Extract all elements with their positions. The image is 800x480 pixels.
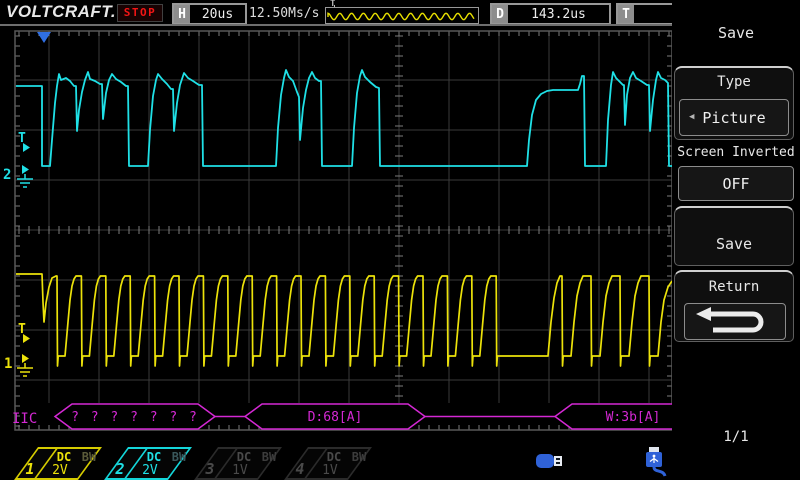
ch1-trigger-label: T — [18, 322, 26, 337]
channel3-coupling: DC — [237, 450, 251, 464]
ch1-trigger-arrow-icon[interactable] — [23, 334, 30, 343]
decode-text-write: W:3b[A] — [606, 410, 661, 425]
channel2-coupling: DC — [147, 450, 161, 464]
channel1-number: 1 — [20, 460, 40, 478]
back-arrow-icon — [685, 305, 785, 339]
ch2-trigger-label: T — [18, 131, 26, 146]
channel4-bandwidth: BW — [352, 450, 366, 464]
type-label: Type — [675, 74, 793, 90]
screen-inverted-value: OFF — [722, 175, 749, 193]
channel1-bandwidth: BW — [82, 450, 96, 464]
oscilloscope-screen: VOLTCRAFT. STOP H 20us 12.50Ms/s T D 143… — [0, 0, 800, 480]
ch2-position-arrow-icon[interactable] — [22, 165, 29, 174]
usb-device-icon — [640, 446, 668, 478]
menu-item-type[interactable]: Type ◀ Picture — [674, 66, 794, 140]
menu-title: Save — [672, 24, 800, 42]
channel4-coupling: DC — [327, 450, 341, 464]
usb-drive-icon — [534, 449, 564, 473]
channel1-scale: 2V — [43, 463, 77, 478]
screen-inverted-toggle[interactable]: OFF — [678, 166, 794, 201]
save-button[interactable]: Save — [674, 206, 794, 266]
marker-layer: T 2 T 1 — [3, 32, 51, 376]
return-label: Return — [675, 279, 793, 295]
decode-bus-label: IIC — [12, 411, 37, 427]
ch2-trigger-arrow-icon[interactable] — [23, 143, 30, 152]
ch1-position-arrow-icon[interactable] — [22, 354, 29, 363]
menu-sidebar: Save Type ◀ Picture Screen Inverted OFF … — [672, 0, 800, 480]
channel2-number: 2 — [110, 460, 130, 478]
channel4-scale: 1V — [313, 463, 347, 478]
channel3-bandwidth: BW — [262, 450, 276, 464]
decode-row: IIC ? ? ? ? ? ? ? D:68[A] W:3b[A] — [12, 404, 672, 429]
screen-inverted-label: Screen Inverted — [672, 145, 800, 160]
ch1-ground-icon — [17, 363, 33, 376]
channel2-waveform — [16, 70, 672, 166]
type-value-selector[interactable]: ◀ Picture — [679, 99, 789, 136]
return-button[interactable]: Return — [674, 270, 794, 342]
channel2-bandwidth: BW — [172, 450, 186, 464]
channel3-scale: 1V — [223, 463, 257, 478]
menu-page-indicator: 1/1 — [672, 429, 800, 445]
ch1-position-label: 1 — [4, 356, 12, 372]
ch2-position-label: 2 — [3, 167, 11, 183]
decode-text-unknown: ? ? ? ? ? ? ? — [71, 410, 199, 425]
channel4-number: 4 — [290, 460, 310, 478]
left-arrow-icon: ◀ — [689, 113, 694, 122]
decode-text-data: D:68[A] — [308, 410, 363, 425]
channel2-scale: 2V — [133, 463, 167, 478]
type-value: Picture — [702, 109, 765, 127]
return-icon-button[interactable] — [684, 303, 786, 340]
channel1-waveform — [16, 274, 672, 366]
channel1-coupling: DC — [57, 450, 71, 464]
channel2-markers: T 2 — [3, 131, 33, 187]
channel3-number: 3 — [200, 460, 220, 478]
save-button-label: Save — [716, 235, 752, 253]
